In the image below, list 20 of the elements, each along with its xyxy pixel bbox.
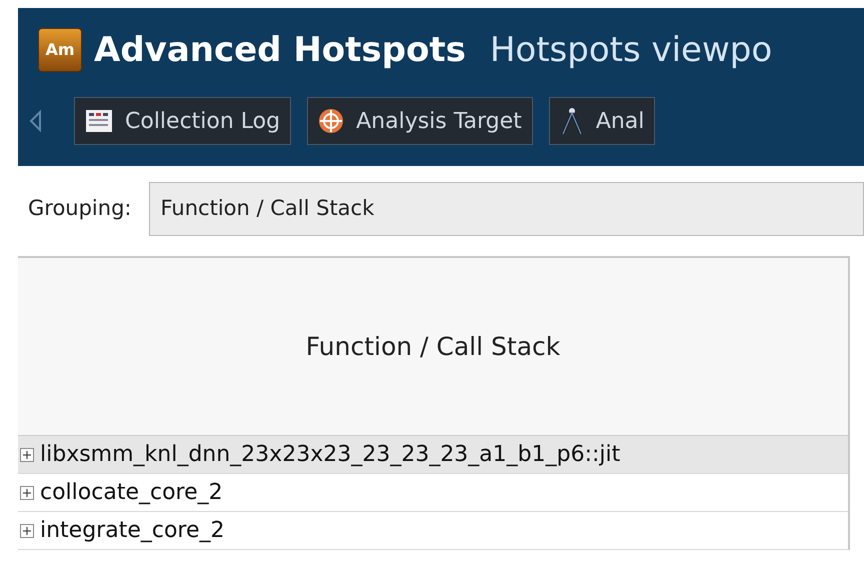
function-name: libxsmm_knl_dnn_23x23x23_23_23_23_a1_b1_p6::jit [40, 441, 620, 469]
expand-icon[interactable] [20, 524, 34, 538]
function-name: collocate_core_2 [40, 479, 223, 507]
view-tab[interactable]: Anal [548, 97, 656, 145]
table-row[interactable]: libxsmm_knl_dnn_23x23x23_23_23_23_a1_b1_p6::jit [18, 436, 848, 474]
view-title: Advanced Hotspots [94, 28, 466, 72]
compass-icon [560, 107, 584, 135]
grid-icon [85, 109, 113, 133]
scroll-left-icon[interactable] [28, 110, 44, 132]
expand-icon[interactable] [20, 448, 34, 462]
function-name: integrate_core_2 [40, 517, 225, 545]
view-tab[interactable]: Collection Log [74, 97, 292, 145]
grouping-dropdown[interactable]: Function / Call Stack [149, 182, 864, 236]
crosshair-icon [318, 108, 344, 134]
grouping-label: Grouping: [28, 195, 132, 222]
app-logo-icon: Am [38, 28, 82, 72]
column-header[interactable]: Function / Call Stack [18, 258, 848, 436]
expand-icon[interactable] [20, 486, 34, 500]
view-tab[interactable]: Analysis Target [307, 97, 533, 145]
view-subtitle: Hotspots viewpo [490, 28, 772, 72]
